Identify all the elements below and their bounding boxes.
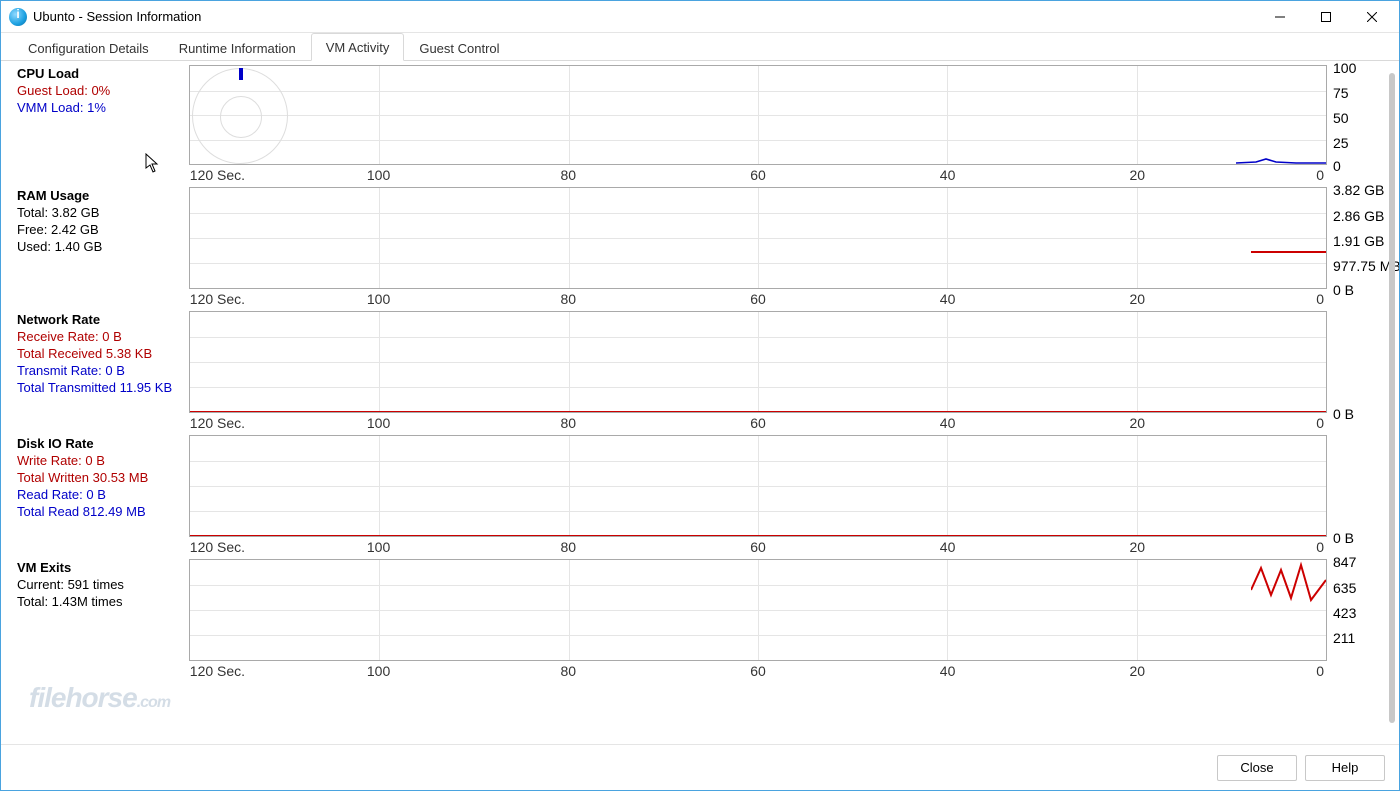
footer: Close Help bbox=[1, 744, 1399, 790]
exits-title: VM Exits bbox=[17, 559, 189, 576]
cpu-pie-gauge bbox=[192, 68, 288, 164]
watermark: filehorse.com bbox=[29, 682, 170, 714]
panel-disk-io-rate: Disk IO Rate Write Rate: 0 B Total Writt… bbox=[17, 435, 1383, 557]
net-recv-rate: Receive Rate: 0 B bbox=[17, 328, 189, 345]
session-info-window: Ubunto - Session Information Configurati… bbox=[0, 0, 1400, 791]
tab-configuration-details[interactable]: Configuration Details bbox=[13, 34, 164, 61]
cpu-chart bbox=[189, 65, 1327, 165]
disk-write-rate: Write Rate: 0 B bbox=[17, 452, 189, 469]
exits-current: Current: 591 times bbox=[17, 576, 189, 593]
close-button[interactable]: Close bbox=[1217, 755, 1297, 781]
cpu-labels: CPU Load Guest Load: 0% VMM Load: 1% bbox=[17, 65, 189, 116]
exits-line bbox=[1251, 560, 1326, 610]
cpu-xaxis: 120 Sec. 100 80 60 40 20 0 bbox=[189, 165, 1327, 185]
disk-xaxis: 120 Sec. 100 80 60 40 20 0 bbox=[189, 537, 1327, 557]
help-button[interactable]: Help bbox=[1305, 755, 1385, 781]
tab-runtime-information[interactable]: Runtime Information bbox=[164, 34, 311, 61]
tab-bar: Configuration Details Runtime Informatio… bbox=[1, 33, 1399, 61]
vertical-scrollbar[interactable] bbox=[1389, 73, 1395, 723]
close-window-button[interactable] bbox=[1349, 2, 1395, 32]
tab-vm-activity[interactable]: VM Activity bbox=[311, 33, 405, 61]
panel-ram-usage: RAM Usage Total: 3.82 GB Free: 2.42 GB U… bbox=[17, 187, 1383, 309]
ram-title: RAM Usage bbox=[17, 187, 189, 204]
disk-read-total: Total Read 812.49 MB bbox=[17, 503, 189, 520]
exits-labels: VM Exits Current: 591 times Total: 1.43M… bbox=[17, 559, 189, 610]
ram-used: Used: 1.40 GB bbox=[17, 238, 189, 255]
ram-free: Free: 2.42 GB bbox=[17, 221, 189, 238]
tab-guest-control[interactable]: Guest Control bbox=[404, 34, 514, 61]
disk-title: Disk IO Rate bbox=[17, 435, 189, 452]
ram-labels: RAM Usage Total: 3.82 GB Free: 2.42 GB U… bbox=[17, 187, 189, 255]
panel-network-rate: Network Rate Receive Rate: 0 B Total Rec… bbox=[17, 311, 1383, 433]
app-icon bbox=[9, 8, 27, 26]
mouse-cursor-icon bbox=[145, 153, 161, 178]
ram-chart bbox=[189, 187, 1327, 289]
net-xaxis: 120 Sec. 100 80 60 40 20 0 bbox=[189, 413, 1327, 433]
window-title: Ubunto - Session Information bbox=[33, 9, 201, 24]
net-labels: Network Rate Receive Rate: 0 B Total Rec… bbox=[17, 311, 189, 396]
exits-xaxis: 120 Sec. 100 80 60 40 20 0 bbox=[189, 661, 1327, 681]
net-recv-total: Total Received 5.38 KB bbox=[17, 345, 189, 362]
ram-xaxis: 120 Sec. 100 80 60 40 20 0 bbox=[189, 289, 1327, 309]
panel-cpu-load: CPU Load Guest Load: 0% VMM Load: 1% bbox=[17, 65, 1383, 185]
exits-total: Total: 1.43M times bbox=[17, 593, 189, 610]
disk-write-total: Total Written 30.53 MB bbox=[17, 469, 189, 486]
disk-labels: Disk IO Rate Write Rate: 0 B Total Writt… bbox=[17, 435, 189, 520]
ram-used-line bbox=[1251, 251, 1326, 253]
cpu-guest-load: Guest Load: 0% bbox=[17, 82, 189, 99]
window-buttons bbox=[1257, 2, 1395, 32]
charts-scrollpane: CPU Load Guest Load: 0% VMM Load: 1% bbox=[1, 61, 1399, 744]
titlebar: Ubunto - Session Information bbox=[1, 1, 1399, 33]
net-title: Network Rate bbox=[17, 311, 189, 328]
cpu-vmm-load: VMM Load: 1% bbox=[17, 99, 189, 116]
content-area: CPU Load Guest Load: 0% VMM Load: 1% bbox=[1, 61, 1399, 744]
ram-total: Total: 3.82 GB bbox=[17, 204, 189, 221]
disk-read-rate: Read Rate: 0 B bbox=[17, 486, 189, 503]
panel-vm-exits: VM Exits Current: 591 times Total: 1.43M… bbox=[17, 559, 1383, 681]
net-tx-rate: Transmit Rate: 0 B bbox=[17, 362, 189, 379]
disk-chart bbox=[189, 435, 1327, 537]
net-chart bbox=[189, 311, 1327, 413]
exits-chart bbox=[189, 559, 1327, 661]
minimize-button[interactable] bbox=[1257, 2, 1303, 32]
maximize-button[interactable] bbox=[1303, 2, 1349, 32]
cpu-title: CPU Load bbox=[17, 65, 189, 82]
net-tx-total: Total Transmitted 11.95 KB bbox=[17, 379, 189, 396]
